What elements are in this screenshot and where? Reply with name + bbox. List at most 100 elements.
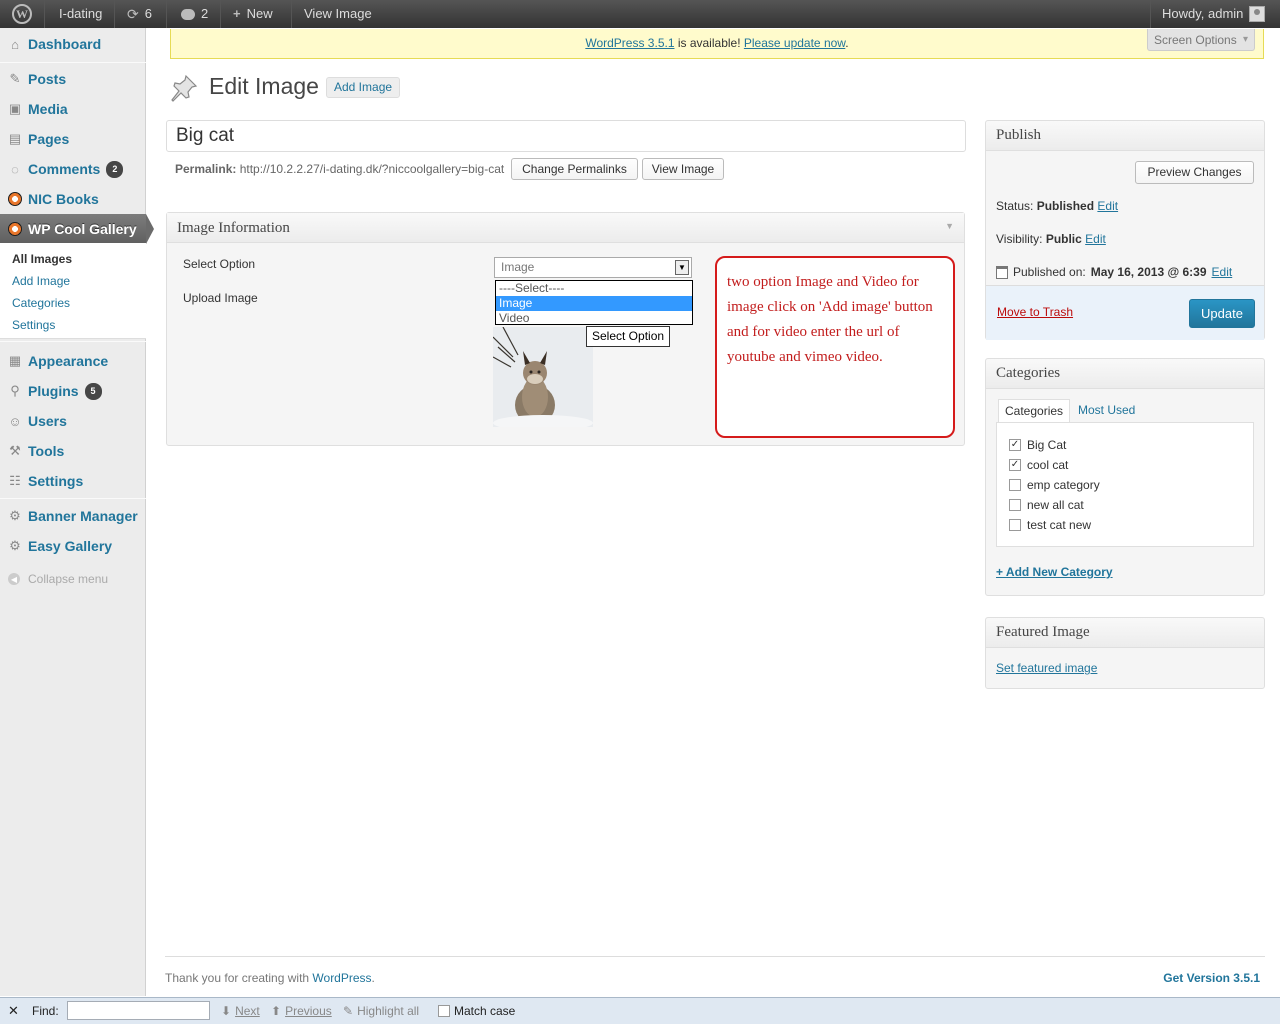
change-permalinks-button[interactable]: Change Permalinks [511,158,638,180]
edit-date-link[interactable]: Edit [1212,265,1233,279]
menu-dashboard[interactable]: ⌂ Dashboard [0,29,146,59]
update-notice: WordPress 3.5.1 is available! Please upd… [170,29,1264,59]
menu-users[interactable]: ☺ Users [0,406,146,436]
checkbox-checked[interactable]: ✓ [1009,439,1021,451]
menu-label: Dashboard [28,36,102,52]
status-row: Status: Published Edit [996,199,1118,213]
title-input[interactable] [166,120,966,152]
menu-label: Tools [28,443,65,459]
new-label: New [246,6,273,21]
publish-box: Publish Preview Changes Status: Publishe… [985,120,1265,340]
screen-options-button[interactable]: Screen Options [1147,29,1255,51]
menu-banner-manager[interactable]: ⚙ Banner Manager [0,501,146,531]
find-next-button[interactable]: ⬇ Next [221,1004,260,1018]
menu-nic-books[interactable]: NIC Books [0,184,146,214]
site-name-link[interactable]: I-dating [51,0,110,28]
set-featured-label: Set featured image [996,661,1098,675]
admin-sidebar: ⌂ Dashboard ✎ Posts ▣ Media ▤ Pages ◌ Co… [0,28,154,996]
gallery-icon [8,192,22,206]
add-image-button[interactable]: Add Image [326,77,401,98]
appearance-icon: ▦ [8,353,22,368]
submenu-settings[interactable]: Settings [12,318,55,332]
view-image-link[interactable]: View Image [296,0,380,28]
visibility-label: Visibility: [996,232,1043,246]
notice-end: . [845,36,849,50]
category-item[interactable]: ✓ Big Cat [1009,438,1066,452]
checkbox-unchecked[interactable] [1009,519,1021,531]
update-button[interactable]: Update [1189,299,1255,328]
view-image-button[interactable]: View Image [642,158,724,180]
match-case-toggle[interactable]: Match case [438,1004,515,1018]
gallery-submenu: All Images Add Image Categories Settings [0,243,146,339]
comments-count: 2 [201,6,209,21]
edit-visibility-link[interactable]: Edit [1085,232,1106,246]
footer-version-link[interactable]: Get Version 3.5.1 [1163,971,1260,985]
update-now-link[interactable]: Please update now [744,36,845,50]
menu-settings[interactable]: ☷ Settings [0,466,146,496]
checkbox-checked[interactable]: ✓ [1009,459,1021,471]
collapse-menu[interactable]: ◀ Collapse menu [8,572,108,586]
toggle-arrow-icon[interactable]: ▼ [945,221,954,231]
match-case-checkbox[interactable] [438,1005,450,1017]
home-icon: ⌂ [11,36,19,52]
submenu-all-images[interactable]: All Images [12,252,72,266]
my-account-menu[interactable]: Howdy, admin [1154,0,1273,28]
permalink-url[interactable]: http://10.2.2.27/i-dating.dk/?niccoolgal… [240,162,505,176]
checkbox-unchecked[interactable] [1009,479,1021,491]
menu-tools[interactable]: ⚒ Tools [0,436,146,466]
set-featured-image-link[interactable]: Set featured image [996,661,1097,675]
category-item[interactable]: new all cat [1009,498,1084,512]
menu-posts[interactable]: ✎ Posts [0,64,146,94]
comments-link[interactable]: 2 [173,0,216,28]
menu-appearance[interactable]: ▦ Appearance [0,346,146,376]
find-input[interactable] [67,1001,210,1020]
media-type-select[interactable]: Image ▼ [494,257,692,278]
pages-icon: ▤ [8,131,22,146]
submenu-add-image[interactable]: Add Image [12,274,70,288]
wordpress-version-link[interactable]: WordPress 3.5.1 [585,36,674,50]
close-icon[interactable]: ✕ [8,1004,19,1018]
arrow-up-icon: ⬆ [271,1004,282,1018]
menu-label: Users [28,413,67,429]
menu-easy-gallery[interactable]: ⚙ Easy Gallery [0,531,146,561]
dropdown-option[interactable]: ----Select---- [496,281,692,296]
category-item[interactable]: emp category [1009,478,1100,492]
menu-comments[interactable]: ◌ Comments 2 [0,154,146,184]
preview-changes-button[interactable]: Preview Changes [1135,161,1254,184]
footer-wordpress-link[interactable]: WordPress [312,971,371,985]
users-icon: ☺ [8,413,22,429]
category-item[interactable]: ✓ cool cat [1009,458,1068,472]
move-to-trash-link[interactable]: Move to Trash [997,305,1073,319]
image-information-heading[interactable]: Image Information [167,213,964,243]
pin-icon: ✎ [9,71,21,86]
dropdown-option[interactable]: Video [496,311,692,326]
submenu-categories[interactable]: Categories [12,296,70,310]
updates-count: 6 [144,6,152,21]
wp-logo-menu[interactable]: W [4,0,40,28]
menu-pages[interactable]: ▤ Pages [0,124,146,154]
highlight-all-button[interactable]: ✎ Highlight all [343,1004,419,1018]
tools-icon: ⚒ [9,443,21,458]
menu-label: Posts [28,71,67,87]
category-item[interactable]: test cat new [1009,518,1091,532]
separator [166,0,167,28]
separator [114,0,115,28]
find-previous-button[interactable]: ⬆ Previous [271,1004,332,1018]
dropdown-option[interactable]: Image [496,296,692,311]
collapse-arrow-icon: ◀ [8,573,20,585]
menu-plugins[interactable]: ⚲ Plugins 5 [0,376,146,406]
add-new-category-link[interactable]: + Add New Category [996,565,1113,579]
tab-most-used[interactable]: Most Used [1072,399,1141,423]
calendar-icon [996,265,1008,279]
tab-all-categories[interactable]: Categories [998,399,1071,423]
updates-link[interactable]: ⟳ 6 [119,0,160,28]
chevron-down-icon[interactable]: ▼ [675,260,689,275]
gallery-icon [8,222,22,236]
new-content-link[interactable]: + New [225,0,281,28]
menu-separator [0,498,146,499]
settings-icon: ☷ [9,473,21,488]
menu-media[interactable]: ▣ Media [0,94,146,124]
checkbox-unchecked[interactable] [1009,499,1021,511]
edit-status-link[interactable]: Edit [1097,199,1118,213]
menu-wp-cool-gallery[interactable]: WP Cool Gallery [0,214,154,244]
